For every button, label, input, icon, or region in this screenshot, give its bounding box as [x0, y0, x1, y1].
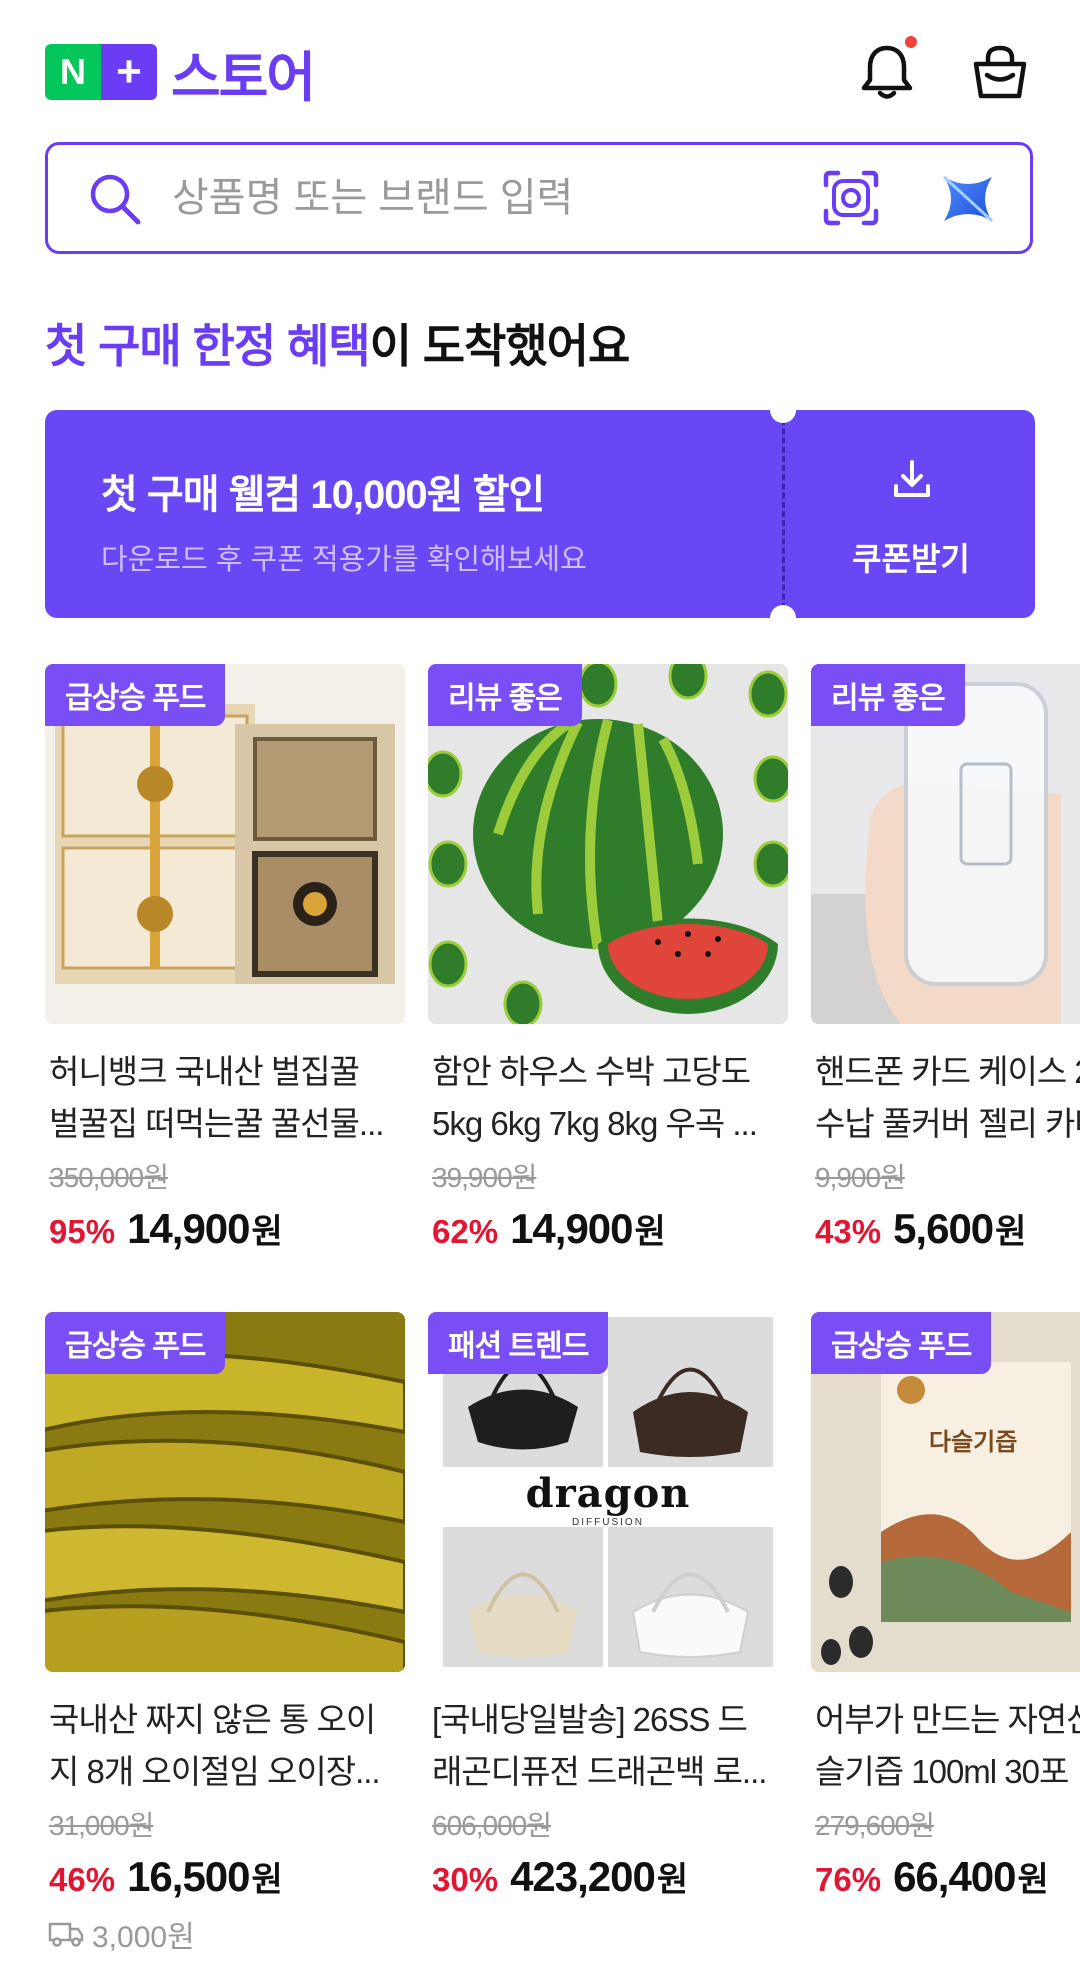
- search-icon: [90, 174, 141, 225]
- price-line: 62% 14,900 원: [432, 1204, 788, 1253]
- truck-icon: [48, 1922, 84, 1947]
- product-card[interactable]: 급상승 푸드 허니뱅크 국내산 벌집꿀 벌꿀집 떠먹는꿀 꿀선물... 350,…: [45, 664, 405, 1253]
- coupon-title: 첫 구매 웰컴 10,000원 할인: [101, 473, 545, 517]
- original-price: 279,600원: [815, 1810, 935, 1841]
- discount-rate: 76%: [815, 1861, 882, 1898]
- price-line: 76% 66,400 원: [815, 1852, 1080, 1901]
- discount-rate: 95%: [49, 1213, 116, 1250]
- product-title[interactable]: 핸드폰 카드 케이스 2 수납 풀커버 젤리 카머: [815, 1046, 1080, 1150]
- product-title-line: 래곤디퓨전 드래곤백 로...: [432, 1753, 767, 1790]
- product-tag: 급상승 푸드: [45, 1312, 226, 1374]
- coupon-subtitle: 다운로드 후 쿠폰 적용가를 확인해보세요: [101, 544, 587, 576]
- currency: 원: [634, 1213, 666, 1251]
- product-image[interactable]: 리뷰 좋은: [428, 664, 788, 1024]
- promo-headline: 첫 구매 한정 혜택이 도착했어요: [45, 310, 631, 376]
- product-title-line: 수납 풀커버 젤리 카머: [815, 1105, 1080, 1142]
- product-title-line: 허니뱅크 국내산 벌집꿀: [49, 1053, 360, 1090]
- sale-price: 423,200: [510, 1853, 656, 1900]
- discount-rate: 30%: [432, 1861, 499, 1898]
- product-title-line: 슬기즙 100ml 30포: [815, 1753, 1069, 1790]
- original-price: 606,000원: [432, 1810, 552, 1841]
- product-tag: 급상승 푸드: [811, 1312, 992, 1374]
- brand-mark: dragon DIFFUSION: [428, 1470, 788, 1528]
- pouch-label: 다슬기즙: [929, 1429, 1018, 1456]
- sale-price: 14,900: [510, 1205, 633, 1252]
- cart-button[interactable]: [968, 40, 1032, 104]
- shipping-fee-value: 3,000원: [92, 1921, 195, 1954]
- product-image[interactable]: 다슬기즙 급상승 푸드: [811, 1312, 1080, 1672]
- product-title-line: 핸드폰 카드 케이스 2: [815, 1053, 1080, 1090]
- product-title[interactable]: [국내당일발송] 26SS 드 래곤디퓨전 드래곤백 로...: [432, 1694, 788, 1798]
- product-card[interactable]: 다슬기즙 급상승 푸드 어부가 만드는 자연산 슬기즙 100ml 30포 27…: [811, 1312, 1080, 1901]
- brand-subname: DIFFUSION: [572, 1517, 644, 1528]
- sale-price: 66,400: [893, 1853, 1016, 1900]
- search-input[interactable]: [170, 167, 734, 229]
- product-title-line: 벌꿀집 떠먹는꿀 꿀선물...: [49, 1105, 384, 1142]
- product-title-line: 지 8개 오이절임 오이장...: [49, 1753, 381, 1790]
- logo-n: N: [45, 44, 101, 100]
- original-price: 39,900원: [432, 1162, 537, 1193]
- shipping-fee: 3,000원: [48, 1912, 195, 1956]
- price-line: 95% 14,900 원: [49, 1204, 405, 1253]
- price-line: 30% 423,200 원: [432, 1852, 788, 1901]
- logo-plus: +: [101, 44, 157, 100]
- original-price: 9,900원: [815, 1162, 906, 1193]
- original-price: 31,000원: [49, 1810, 154, 1841]
- bell-icon: [861, 45, 913, 99]
- currency: 원: [995, 1213, 1027, 1251]
- search-bar[interactable]: [45, 142, 1033, 254]
- product-title[interactable]: 국내산 짜지 않은 통 오이 지 8개 오이절임 오이장...: [49, 1694, 405, 1798]
- product-card[interactable]: dragon DIFFUSION 패션 트렌드 [국내당일발송] 26SS 드 …: [428, 1312, 788, 1901]
- product-title[interactable]: 함안 하우스 수박 고당도 5kg 6kg 7kg 8kg 우곡 ...: [432, 1046, 788, 1150]
- notification-button[interactable]: [855, 36, 919, 104]
- product-image[interactable]: dragon DIFFUSION 패션 트렌드: [428, 1312, 788, 1672]
- shopping-bag-icon: [973, 45, 1027, 99]
- sale-price: 14,900: [127, 1205, 250, 1252]
- product-image[interactable]: 리뷰 좋은: [811, 664, 1080, 1024]
- discount-rate: 62%: [432, 1213, 499, 1250]
- logo-text: 스토어: [171, 47, 316, 108]
- product-tag: 리뷰 좋은: [811, 664, 965, 726]
- sale-price: 5,600: [893, 1205, 994, 1252]
- product-title-line: 어부가 만드는 자연산: [815, 1701, 1080, 1738]
- product-title-line: 5kg 6kg 7kg 8kg 우곡 ...: [432, 1105, 758, 1142]
- welcome-coupon-banner[interactable]: 첫 구매 웰컴 10,000원 할인 다운로드 후 쿠폰 적용가를 확인해보세요…: [45, 397, 1035, 631]
- product-card[interactable]: 리뷰 좋은 함안 하우스 수박 고당도 5kg 6kg 7kg 8kg 우곡 .…: [428, 664, 788, 1253]
- price-line: 43% 5,600 원: [815, 1204, 1080, 1253]
- product-card[interactable]: 급상승 푸드 국내산 짜지 않은 통 오이 지 8개 오이절임 오이장... 3…: [45, 1312, 405, 1901]
- product-title-line: [국내당일발송] 26SS 드: [432, 1701, 748, 1738]
- product-title[interactable]: 어부가 만드는 자연산 슬기즙 100ml 30포: [815, 1694, 1080, 1798]
- brand-name: dragon: [525, 1470, 691, 1517]
- download-icon: [894, 460, 930, 497]
- ai-sparkle-icon[interactable]: [936, 167, 1000, 231]
- product-title-line: 국내산 짜지 않은 통 오이: [49, 1701, 376, 1738]
- currency: 원: [251, 1861, 283, 1899]
- product-image[interactable]: 급상승 푸드: [45, 664, 405, 1024]
- currency: 원: [1017, 1861, 1049, 1899]
- discount-rate: 43%: [815, 1213, 882, 1250]
- original-price: 350,000원: [49, 1162, 169, 1193]
- logo-badge: N +: [45, 44, 157, 100]
- headline-rest: 이 도착했어요: [369, 320, 631, 372]
- sale-price: 16,500: [127, 1853, 250, 1900]
- discount-rate: 46%: [49, 1861, 116, 1898]
- coupon-download-label: 쿠폰받기: [852, 541, 970, 577]
- camera-lens-icon[interactable]: [820, 167, 882, 229]
- notification-dot: [905, 36, 917, 48]
- coupon-download-button[interactable]: 쿠폰받기: [787, 410, 1035, 618]
- product-title-line: 함안 하우스 수박 고당도: [432, 1053, 751, 1090]
- store-logo[interactable]: N + 스토어: [45, 44, 316, 108]
- product-title[interactable]: 허니뱅크 국내산 벌집꿀 벌꿀집 떠먹는꿀 꿀선물...: [49, 1046, 405, 1150]
- product-card[interactable]: 리뷰 좋은 핸드폰 카드 케이스 2 수납 풀커버 젤리 카머 9,900원 4…: [811, 664, 1080, 1253]
- headline-highlight: 첫 구매 한정 혜택: [45, 320, 371, 372]
- product-image[interactable]: 급상승 푸드: [45, 1312, 405, 1672]
- app-header: N + 스토어: [0, 0, 1080, 140]
- currency: 원: [656, 1861, 689, 1899]
- coupon-divider: [782, 410, 785, 618]
- currency: 원: [251, 1213, 283, 1251]
- product-tag: 리뷰 좋은: [428, 664, 582, 726]
- product-tag: 급상승 푸드: [45, 664, 226, 726]
- price-line: 46% 16,500 원: [49, 1852, 405, 1901]
- product-tag: 패션 트렌드: [428, 1312, 609, 1374]
